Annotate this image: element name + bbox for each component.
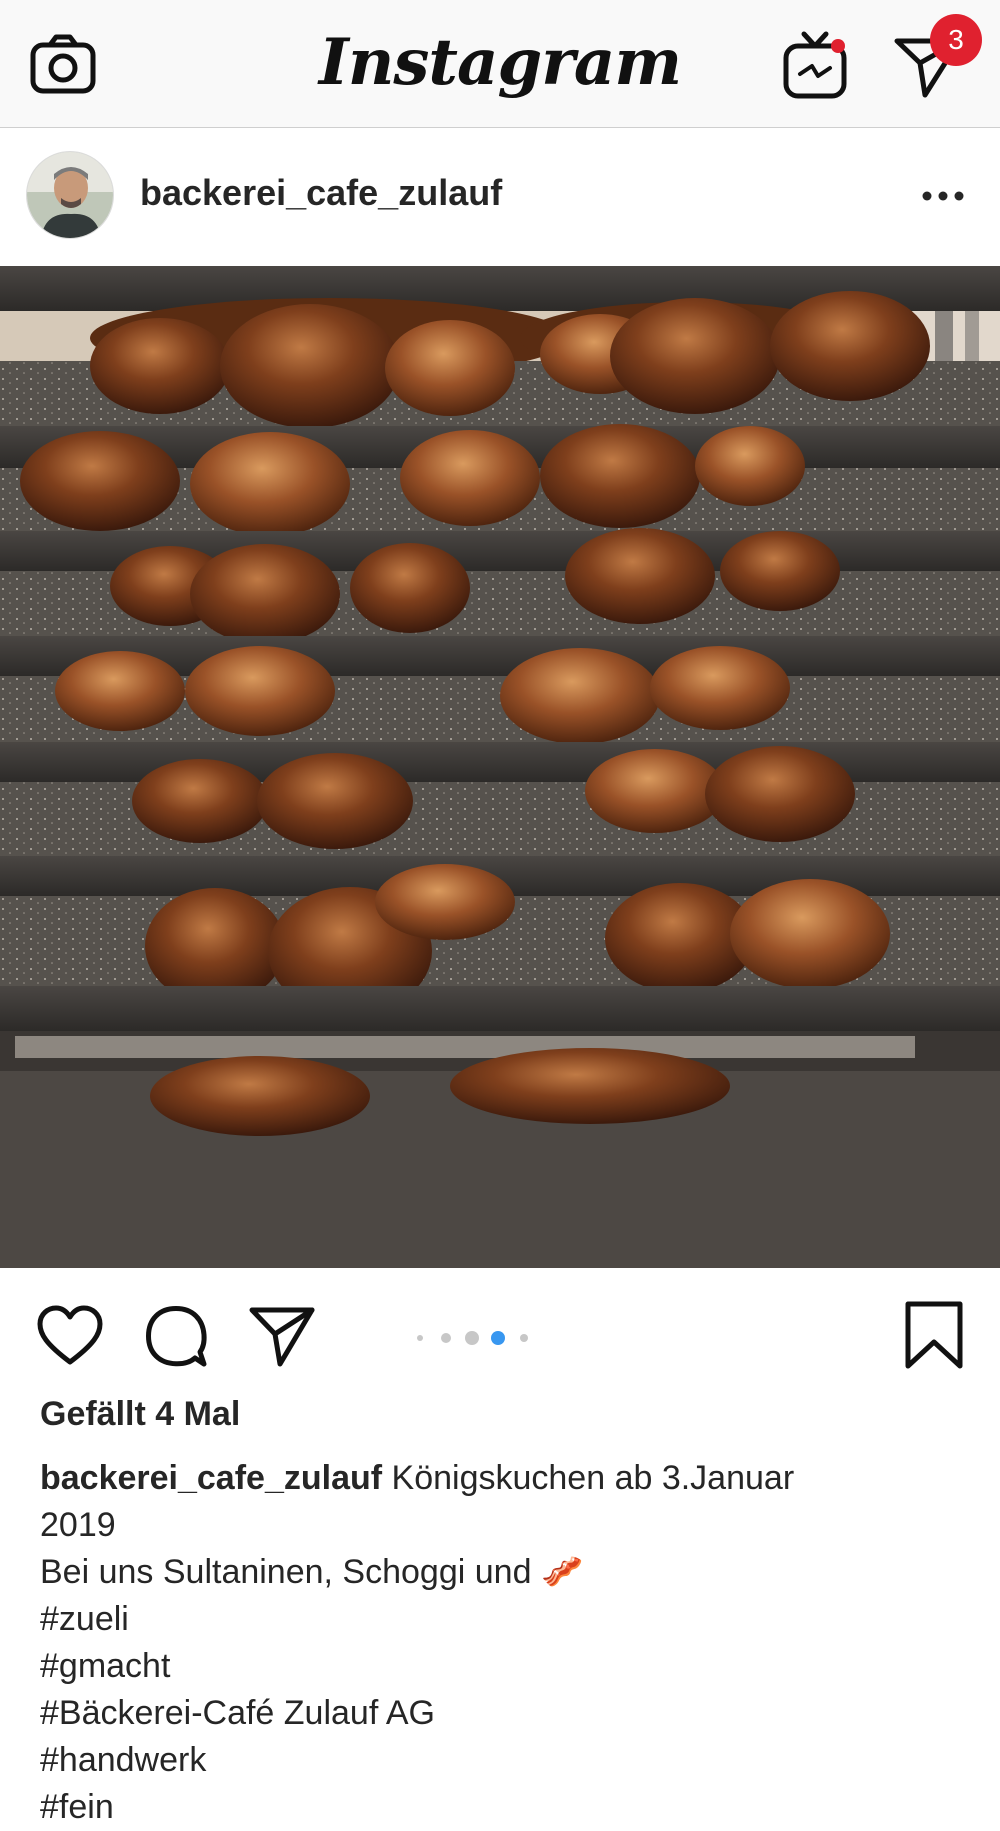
caption-line: Bei uns Sultaninen, Schoggi und (40, 1553, 532, 1591)
carousel-dot-active (491, 1331, 505, 1345)
post-header: backerei_cafe_zulauf (0, 128, 1000, 266)
hashtag[interactable]: #gmacht (40, 1643, 970, 1690)
post-username[interactable]: backerei_cafe_zulauf (140, 172, 502, 214)
carousel-dot (465, 1331, 479, 1345)
likes-count[interactable]: Gefällt 4 Mal (40, 1395, 240, 1434)
carousel-dot (441, 1333, 451, 1343)
heart-icon[interactable] (34, 1300, 106, 1372)
bacon-emoji-icon: 🥓 (540, 1553, 584, 1591)
post-caption: backerei_cafe_zulauf Königskuchen ab 3.J… (40, 1455, 970, 1831)
post-actions (0, 1268, 1000, 1398)
carousel-dot (417, 1335, 423, 1341)
hashtag[interactable]: #zueli (40, 1596, 970, 1643)
caption-username[interactable]: backerei_cafe_zulauf (40, 1459, 382, 1497)
comment-bubble-icon[interactable] (140, 1300, 212, 1372)
caption-text: Königskuchen ab 3.Januar (382, 1459, 795, 1497)
igtv-icon[interactable] (782, 30, 848, 100)
top-bar: Instagram 3 (0, 0, 1000, 128)
avatar[interactable] (26, 151, 114, 239)
hashtag[interactable]: #handwerk (40, 1737, 970, 1784)
bookmark-icon[interactable] (898, 1300, 970, 1372)
share-paper-plane-icon[interactable] (246, 1300, 318, 1372)
instagram-logo: Instagram (318, 25, 682, 100)
camera-icon[interactable] (30, 33, 96, 95)
carousel-dots (417, 1331, 528, 1345)
post-photo[interactable] (0, 266, 1000, 1268)
hashtag[interactable]: #fein (40, 1784, 970, 1831)
bakery-rack-image (0, 266, 1000, 1268)
caption-text-continued: 2019 (40, 1506, 116, 1544)
hashtag[interactable]: #Bäckerei-Café Zulauf AG (40, 1690, 970, 1737)
notification-badge: 3 (930, 14, 982, 66)
carousel-dot (520, 1334, 528, 1342)
more-dots-icon[interactable] (918, 181, 968, 211)
